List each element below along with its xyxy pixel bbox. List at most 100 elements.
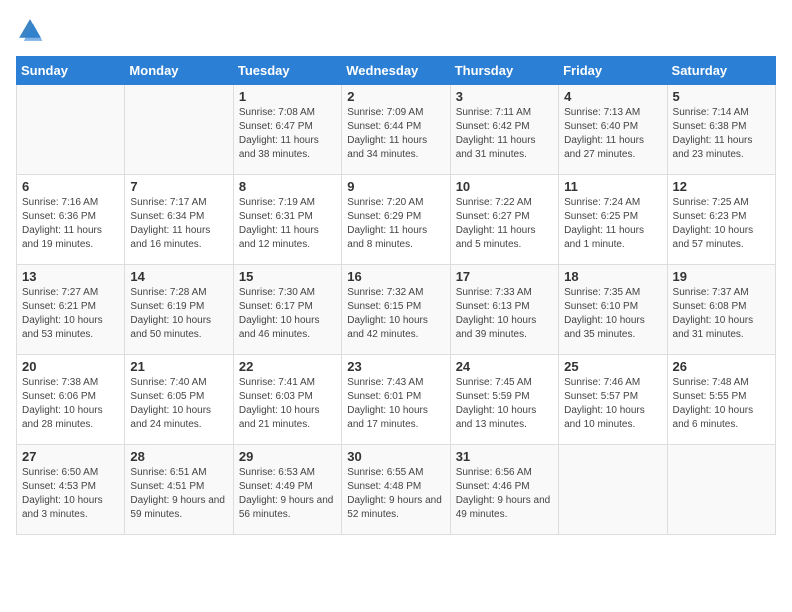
day-info: Sunrise: 7:48 AM Sunset: 5:55 PM Dayligh… <box>673 376 770 432</box>
day-number: 26 <box>673 359 770 374</box>
day-info: Sunrise: 7:37 AM Sunset: 6:08 PM Dayligh… <box>673 286 770 342</box>
day-info: Sunrise: 7:46 AM Sunset: 5:57 PM Dayligh… <box>564 376 661 432</box>
day-number: 31 <box>456 449 553 464</box>
calendar-week-row: 1 Sunrise: 7:08 AM Sunset: 6:47 PM Daylig… <box>17 85 776 175</box>
calendar-cell: 3 Sunrise: 7:11 AM Sunset: 6:42 PM Daylig… <box>450 85 558 175</box>
day-info: Sunrise: 7:16 AM Sunset: 6:36 PM Dayligh… <box>22 196 119 252</box>
calendar-cell: 7 Sunrise: 7:17 AM Sunset: 6:34 PM Daylig… <box>125 175 233 265</box>
day-info: Sunrise: 7:27 AM Sunset: 6:21 PM Dayligh… <box>22 286 119 342</box>
calendar-cell: 1 Sunrise: 7:08 AM Sunset: 6:47 PM Daylig… <box>233 85 341 175</box>
calendar-cell: 16Sunrise: 7:32 AM Sunset: 6:15 PM Dayli… <box>342 265 450 355</box>
calendar-cell: 18Sunrise: 7:35 AM Sunset: 6:10 PM Dayli… <box>559 265 667 355</box>
day-number: 17 <box>456 269 553 284</box>
day-number: 10 <box>456 179 553 194</box>
day-number: 20 <box>22 359 119 374</box>
day-number: 15 <box>239 269 336 284</box>
calendar-cell: 29 Sunrise: 6:53 AM Sunset: 4:49 PM Dayli… <box>233 445 341 535</box>
day-info: Sunrise: 7:41 AM Sunset: 6:03 PM Dayligh… <box>239 376 336 432</box>
calendar-cell: 13 Sunrise: 7:27 AM Sunset: 6:21 PM Dayli… <box>17 265 125 355</box>
day-info: Sunrise: 7:38 AM Sunset: 6:06 PM Dayligh… <box>22 376 119 432</box>
day-info: Sunrise: 7:20 AM Sunset: 6:29 PM Dayligh… <box>347 196 444 252</box>
day-number: 1 <box>239 89 336 104</box>
day-info: Sunrise: 7:45 AM Sunset: 5:59 PM Dayligh… <box>456 376 553 432</box>
day-number: 6 <box>22 179 119 194</box>
column-header-friday: Friday <box>559 57 667 85</box>
calendar-cell: 27 Sunrise: 6:50 AM Sunset: 4:53 PM Dayli… <box>17 445 125 535</box>
day-info: Sunrise: 6:55 AM Sunset: 4:48 PM Dayligh… <box>347 466 444 522</box>
column-header-saturday: Saturday <box>667 57 775 85</box>
column-header-monday: Monday <box>125 57 233 85</box>
day-info: Sunrise: 7:33 AM Sunset: 6:13 PM Dayligh… <box>456 286 553 342</box>
day-number: 13 <box>22 269 119 284</box>
day-info: Sunrise: 7:19 AM Sunset: 6:31 PM Dayligh… <box>239 196 336 252</box>
day-info: Sunrise: 7:22 AM Sunset: 6:27 PM Dayligh… <box>456 196 553 252</box>
column-header-sunday: Sunday <box>17 57 125 85</box>
calendar-cell: 24 Sunrise: 7:45 AM Sunset: 5:59 PM Dayli… <box>450 355 558 445</box>
calendar-cell: 19 Sunrise: 7:37 AM Sunset: 6:08 PM Dayli… <box>667 265 775 355</box>
calendar-cell: 31 Sunrise: 6:56 AM Sunset: 4:46 PM Dayli… <box>450 445 558 535</box>
calendar-week-row: 13 Sunrise: 7:27 AM Sunset: 6:21 PM Dayli… <box>17 265 776 355</box>
day-number: 3 <box>456 89 553 104</box>
day-number: 27 <box>22 449 119 464</box>
day-number: 29 <box>239 449 336 464</box>
calendar-header-row: SundayMondayTuesdayWednesdayThursdayFrid… <box>17 57 776 85</box>
day-number: 12 <box>673 179 770 194</box>
day-info: Sunrise: 7:30 AM Sunset: 6:17 PM Dayligh… <box>239 286 336 342</box>
calendar-cell: 9Sunrise: 7:20 AM Sunset: 6:29 PM Daylig… <box>342 175 450 265</box>
page-header <box>16 16 776 44</box>
day-number: 2 <box>347 89 444 104</box>
calendar-cell: 8Sunrise: 7:19 AM Sunset: 6:31 PM Daylig… <box>233 175 341 265</box>
calendar-cell: 17 Sunrise: 7:33 AM Sunset: 6:13 PM Dayli… <box>450 265 558 355</box>
day-number: 16 <box>347 269 444 284</box>
day-info: Sunrise: 7:24 AM Sunset: 6:25 PM Dayligh… <box>564 196 661 252</box>
calendar-cell: 26 Sunrise: 7:48 AM Sunset: 5:55 PM Dayli… <box>667 355 775 445</box>
day-info: Sunrise: 7:09 AM Sunset: 6:44 PM Dayligh… <box>347 106 444 162</box>
calendar-cell: 11 Sunrise: 7:24 AM Sunset: 6:25 PM Dayli… <box>559 175 667 265</box>
day-info: Sunrise: 7:17 AM Sunset: 6:34 PM Dayligh… <box>130 196 227 252</box>
calendar-cell <box>17 85 125 175</box>
calendar-cell: 15 Sunrise: 7:30 AM Sunset: 6:17 PM Dayli… <box>233 265 341 355</box>
calendar-cell: 25 Sunrise: 7:46 AM Sunset: 5:57 PM Dayli… <box>559 355 667 445</box>
calendar-cell: 4 Sunrise: 7:13 AM Sunset: 6:40 PM Daylig… <box>559 85 667 175</box>
day-info: Sunrise: 7:25 AM Sunset: 6:23 PM Dayligh… <box>673 196 770 252</box>
day-info: Sunrise: 7:11 AM Sunset: 6:42 PM Dayligh… <box>456 106 553 162</box>
day-info: Sunrise: 7:13 AM Sunset: 6:40 PM Dayligh… <box>564 106 661 162</box>
logo-icon <box>16 16 44 44</box>
calendar-cell: 12 Sunrise: 7:25 AM Sunset: 6:23 PM Dayli… <box>667 175 775 265</box>
calendar-cell: 5 Sunrise: 7:14 AM Sunset: 6:38 PM Daylig… <box>667 85 775 175</box>
logo <box>16 16 48 44</box>
day-info: Sunrise: 7:28 AM Sunset: 6:19 PM Dayligh… <box>130 286 227 342</box>
day-info: Sunrise: 6:51 AM Sunset: 4:51 PM Dayligh… <box>130 466 227 522</box>
day-number: 14 <box>130 269 227 284</box>
day-info: Sunrise: 7:40 AM Sunset: 6:05 PM Dayligh… <box>130 376 227 432</box>
day-info: Sunrise: 7:14 AM Sunset: 6:38 PM Dayligh… <box>673 106 770 162</box>
calendar-week-row: 27 Sunrise: 6:50 AM Sunset: 4:53 PM Dayli… <box>17 445 776 535</box>
calendar-cell: 21 Sunrise: 7:40 AM Sunset: 6:05 PM Dayli… <box>125 355 233 445</box>
calendar-week-row: 20 Sunrise: 7:38 AM Sunset: 6:06 PM Dayli… <box>17 355 776 445</box>
calendar-cell <box>559 445 667 535</box>
calendar-cell: 22 Sunrise: 7:41 AM Sunset: 6:03 PM Dayli… <box>233 355 341 445</box>
day-number: 22 <box>239 359 336 374</box>
day-info: Sunrise: 6:53 AM Sunset: 4:49 PM Dayligh… <box>239 466 336 522</box>
day-number: 30 <box>347 449 444 464</box>
day-info: Sunrise: 7:08 AM Sunset: 6:47 PM Dayligh… <box>239 106 336 162</box>
day-number: 11 <box>564 179 661 194</box>
day-info: Sunrise: 6:56 AM Sunset: 4:46 PM Dayligh… <box>456 466 553 522</box>
day-number: 4 <box>564 89 661 104</box>
column-header-wednesday: Wednesday <box>342 57 450 85</box>
day-number: 19 <box>673 269 770 284</box>
day-number: 24 <box>456 359 553 374</box>
calendar-cell: 10 Sunrise: 7:22 AM Sunset: 6:27 PM Dayli… <box>450 175 558 265</box>
day-number: 5 <box>673 89 770 104</box>
calendar-cell: 28Sunrise: 6:51 AM Sunset: 4:51 PM Dayli… <box>125 445 233 535</box>
calendar-cell: 14 Sunrise: 7:28 AM Sunset: 6:19 PM Dayli… <box>125 265 233 355</box>
day-number: 7 <box>130 179 227 194</box>
calendar-week-row: 6 Sunrise: 7:16 AM Sunset: 6:36 PM Daylig… <box>17 175 776 265</box>
day-number: 21 <box>130 359 227 374</box>
day-number: 25 <box>564 359 661 374</box>
day-number: 23 <box>347 359 444 374</box>
day-number: 18 <box>564 269 661 284</box>
calendar-cell: 23Sunrise: 7:43 AM Sunset: 6:01 PM Dayli… <box>342 355 450 445</box>
day-info: Sunrise: 6:50 AM Sunset: 4:53 PM Dayligh… <box>22 466 119 522</box>
calendar-cell: 20 Sunrise: 7:38 AM Sunset: 6:06 PM Dayli… <box>17 355 125 445</box>
